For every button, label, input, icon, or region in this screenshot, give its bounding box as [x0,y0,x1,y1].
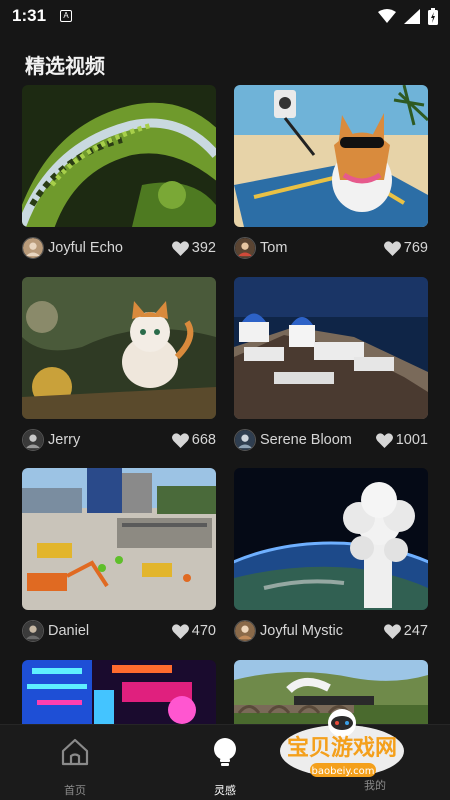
lightbulb-icon [214,738,236,766]
video-thumbnail[interactable] [22,660,216,730]
video-card[interactable] [22,660,216,730]
card-meta: Joyful Echo 392 [22,236,216,260]
author-name[interactable]: Joyful Mystic [260,623,343,639]
like-button[interactable]: 769 [383,240,428,256]
video-thumbnail[interactable] [234,277,428,419]
video-thumbnail[interactable] [22,85,216,227]
like-button[interactable]: 668 [171,432,216,448]
video-card[interactable]: Daniel 470 [22,468,216,642]
cat-garden-thumbnail [22,277,216,419]
home-icon [61,738,89,766]
construction-thumbnail [22,468,216,610]
like-button[interactable]: 247 [383,623,428,639]
video-thumbnail[interactable] [234,468,428,610]
like-count: 668 [191,432,216,448]
author-name[interactable]: Jerry [48,432,80,448]
battery-icon [428,7,438,25]
avatar[interactable] [22,237,44,259]
heart-icon [383,240,401,256]
avatar[interactable] [234,237,256,259]
author-name[interactable]: Tom [260,240,287,256]
card-meta: Jerry 668 [22,428,216,452]
watermark-brand: 宝贝游戏网 [287,735,397,761]
status-icons [378,7,438,25]
avatar[interactable] [22,620,44,642]
earth-cloud-thumbnail [234,468,428,610]
card-meta: Serene Bloom 1001 [234,428,428,452]
like-count: 769 [403,240,428,256]
video-card[interactable]: Jerry 668 [22,277,216,451]
status-time: 1:31 [12,6,47,25]
video-thumbnail[interactable] [234,85,428,227]
video-card[interactable]: Joyful Mystic 247 [234,468,428,642]
tab-home[interactable]: 首页 [45,737,105,798]
author-name[interactable]: Joyful Echo [48,240,123,256]
tab-home-label: 首页 [64,785,86,797]
video-card[interactable]: Joyful Echo 392 [22,85,216,259]
heart-icon [383,623,401,639]
neon-city-thumbnail [22,660,216,730]
heart-icon [171,432,189,448]
status-bar: 1:31 A [0,0,450,32]
author-name[interactable]: Serene Bloom [260,432,352,448]
avatar[interactable] [22,429,44,451]
heart-icon [171,623,189,639]
video-thumbnail[interactable] [22,468,216,610]
wifi-icon [378,8,396,23]
watermark-logo: 宝贝游戏网 baobeiy.com [272,705,422,785]
heart-icon [171,240,189,256]
avatar[interactable] [234,620,256,642]
author-name[interactable]: Daniel [48,623,89,639]
like-button[interactable]: 470 [171,623,216,639]
like-button[interactable]: 392 [171,240,216,256]
video-card[interactable]: Serene Bloom 1001 [234,277,428,451]
avatar[interactable] [234,429,256,451]
card-meta: Tom 769 [234,236,428,260]
santorini-thumbnail [234,277,428,419]
app-notification-icon: A [60,10,73,22]
page-title: 精选视频 [25,56,105,78]
tab-inspire[interactable]: 灵感 [195,737,255,798]
like-count: 470 [191,623,216,639]
like-count: 1001 [395,432,428,448]
chameleon-thumbnail [22,85,216,227]
card-meta: Daniel 470 [22,619,216,643]
like-button[interactable]: 1001 [375,432,428,448]
like-count: 392 [191,240,216,256]
video-card[interactable]: Tom 769 [234,85,428,259]
like-count: 247 [403,623,428,639]
signal-icon [404,8,420,24]
watermark-url: baobeiy.com [312,766,375,777]
card-meta: Joyful Mystic 247 [234,619,428,643]
corgi-beach-thumbnail [234,85,428,227]
video-thumbnail[interactable] [22,277,216,419]
heart-icon [375,432,393,448]
tab-inspire-label: 灵感 [214,785,236,797]
